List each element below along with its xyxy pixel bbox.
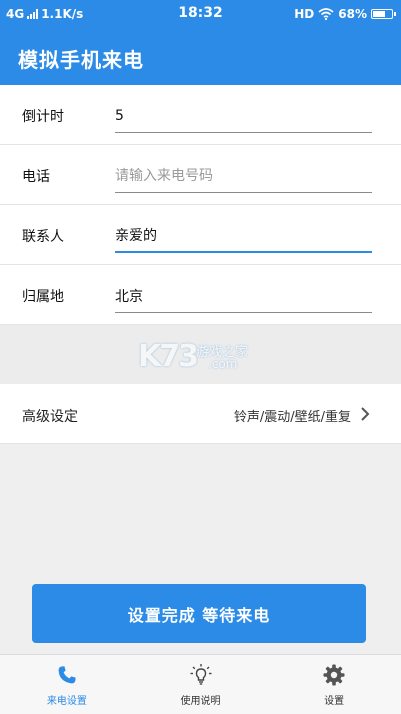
advanced-label: 高级设定 bbox=[22, 409, 78, 425]
app-title: 模拟手机来电 bbox=[18, 48, 144, 72]
tab-settings-label: 设置 bbox=[324, 696, 345, 707]
countdown-row: 倒计时 bbox=[0, 85, 401, 145]
tab-call-settings-label: 来电设置 bbox=[46, 696, 87, 707]
watermark-com: .com bbox=[208, 357, 238, 371]
lightbulb-icon bbox=[190, 664, 211, 685]
divider-band: K73 游戏之家 .com bbox=[0, 325, 401, 384]
phone-label: 电话 bbox=[22, 169, 50, 185]
status-bar: 4G 1.1K/s 18:32 HD 68% bbox=[0, 0, 401, 28]
status-right: HD 68% bbox=[294, 7, 396, 21]
tab-call-settings[interactable]: 来电设置 bbox=[0, 655, 134, 714]
countdown-input[interactable] bbox=[115, 99, 372, 133]
phone-icon bbox=[58, 666, 76, 684]
tab-instructions[interactable]: 使用说明 bbox=[134, 655, 268, 714]
battery-fill bbox=[373, 11, 385, 17]
watermark-big: K73 bbox=[138, 339, 199, 374]
watermark-logo: K73 游戏之家 .com bbox=[138, 335, 268, 375]
wifi-icon bbox=[318, 8, 334, 20]
tab-instructions-label: 使用说明 bbox=[180, 696, 221, 707]
phone-input[interactable] bbox=[115, 159, 372, 193]
location-row: 归属地 bbox=[0, 265, 401, 325]
battery-percent: 68% bbox=[338, 7, 367, 21]
tab-settings[interactable]: 设置 bbox=[267, 655, 401, 714]
phone-row: 电话 bbox=[0, 145, 401, 205]
battery-icon bbox=[371, 9, 396, 19]
contact-row: 联系人 bbox=[0, 205, 401, 265]
countdown-label: 倒计时 bbox=[22, 109, 64, 125]
location-input[interactable] bbox=[115, 279, 372, 313]
hd-indicator: HD bbox=[294, 7, 315, 21]
submit-button[interactable]: 设置完成 等待来电 bbox=[32, 584, 366, 643]
advanced-settings-row[interactable]: 高级设定 铃声/震动/壁纸/重复 bbox=[0, 384, 401, 444]
contact-label: 联系人 bbox=[22, 229, 64, 245]
gear-icon bbox=[323, 664, 345, 686]
call-form: 倒计时 电话 联系人 归属地 bbox=[0, 85, 401, 325]
chevron-right-icon bbox=[361, 407, 370, 421]
app-bar: 模拟手机来电 bbox=[0, 28, 401, 85]
bottom-tab-bar: 来电设置 使用说明 设置 bbox=[0, 654, 401, 714]
location-label: 归属地 bbox=[22, 289, 64, 305]
advanced-value: 铃声/震动/壁纸/重复 bbox=[233, 410, 351, 425]
contact-input[interactable] bbox=[115, 219, 372, 253]
